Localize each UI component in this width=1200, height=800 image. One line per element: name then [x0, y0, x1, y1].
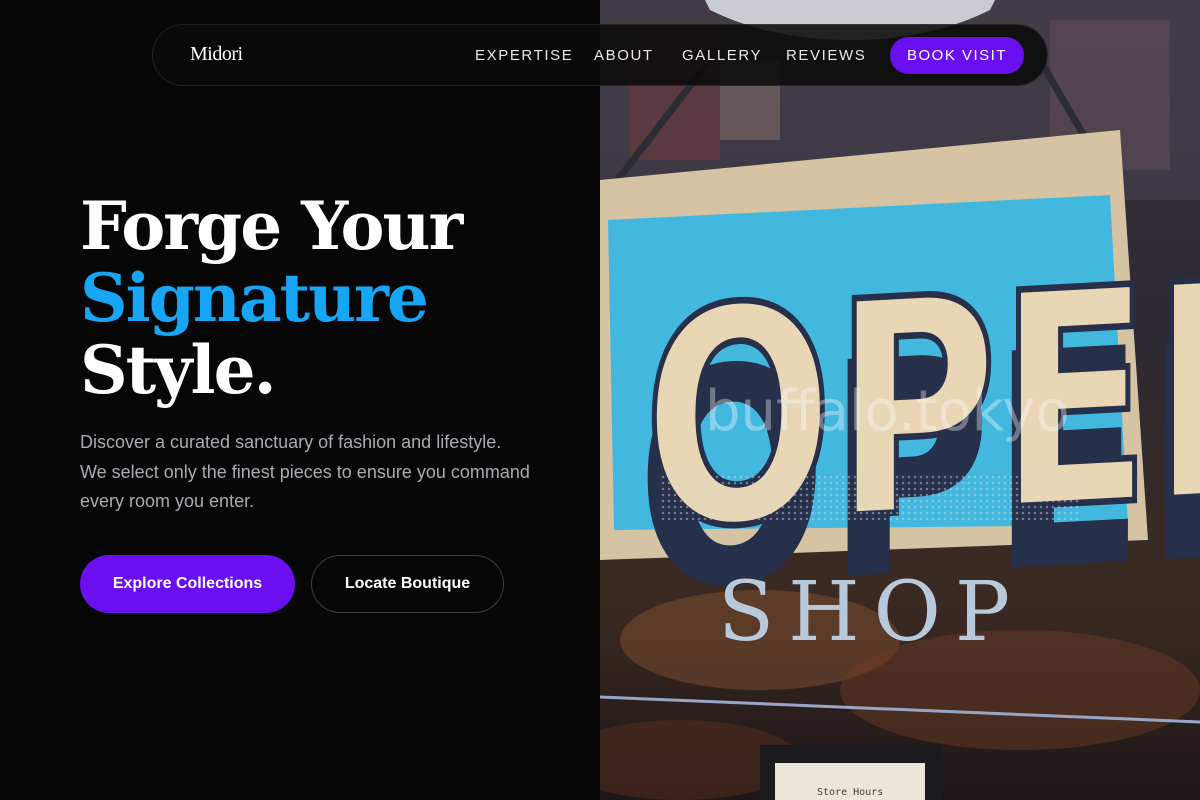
headline-accent: Signature [80, 259, 429, 337]
navbar: Midori EXPERTISE ABOUT GALLERY REVIEWS B… [152, 24, 1048, 86]
hours-label: Store Hours [817, 787, 883, 798]
watermark-text: buffalo.tokyo [705, 379, 1070, 444]
nav-link-about[interactable]: ABOUT [594, 47, 654, 64]
nav-link-expertise[interactable]: EXPERTISE [475, 47, 573, 64]
nav-link-reviews[interactable]: REVIEWS [786, 47, 866, 64]
shop-text: SHOP [718, 565, 1024, 660]
hero-image: OPEN OPEN buffalo.tokyo SHOP Store Hours [600, 0, 1200, 800]
nav-link-gallery[interactable]: GALLERY [682, 47, 762, 64]
hero-description: Discover a curated sanctuary of fashion … [80, 432, 530, 511]
headline-line-1: Forge Your [80, 187, 463, 265]
locate-boutique-button[interactable]: Locate Boutique [311, 555, 504, 613]
nav-links: EXPERTISE ABOUT GALLERY REVIEWS BOOK VIS… [153, 25, 1047, 85]
headline-line-3: Style. [80, 331, 277, 409]
open-sign-photo: OPEN OPEN buffalo.tokyo SHOP Store Hours [600, 0, 1200, 800]
explore-collections-button[interactable]: Explore Collections [80, 555, 295, 613]
hero-headline: Forge Your Signature Style. [80, 190, 560, 406]
book-visit-button[interactable]: BOOK VISIT [890, 37, 1024, 74]
